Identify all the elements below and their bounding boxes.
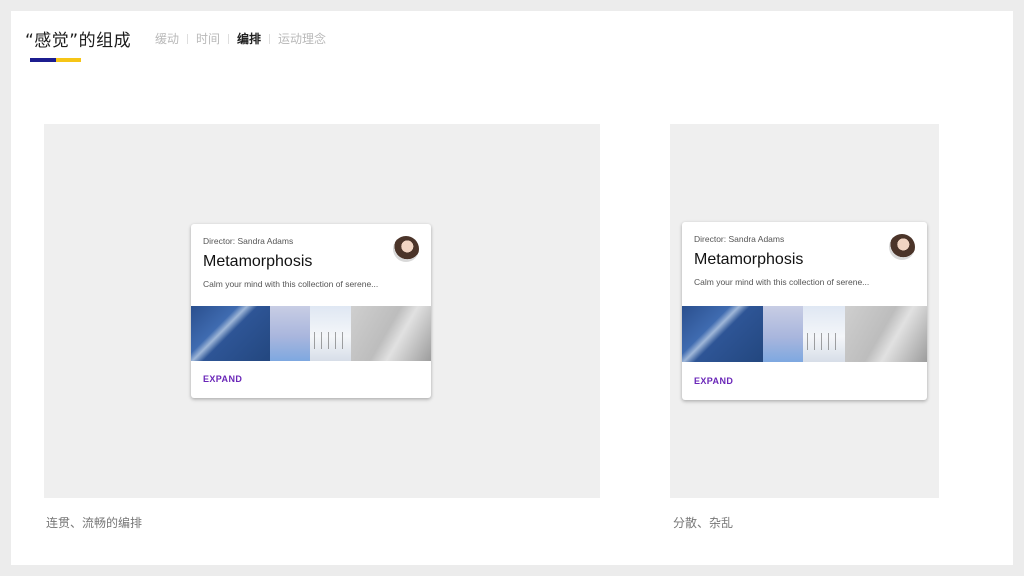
card-description: Calm your mind with this collection of s… xyxy=(694,277,870,287)
image-tile xyxy=(682,306,763,362)
section-nav: 缓动 时间 编排 运动理念 xyxy=(155,30,326,47)
expand-button[interactable]: EXPAND xyxy=(694,376,733,386)
caption-scattered: 分散、杂乱 xyxy=(673,516,734,530)
nav-item-timing[interactable]: 时间 xyxy=(196,30,220,47)
card-director: Director: Sandra Adams xyxy=(694,234,785,244)
media-card[interactable]: Director: Sandra Adams Metamorphosis Cal… xyxy=(191,224,431,398)
nav-divider xyxy=(269,33,271,44)
nav-item-easing[interactable]: 缓动 xyxy=(155,30,179,47)
caption-coherent: 连贯、流畅的编排 xyxy=(46,516,143,530)
image-tile xyxy=(844,306,927,362)
image-tile xyxy=(270,306,310,361)
image-tile xyxy=(191,306,271,361)
card-image-strip xyxy=(191,306,431,361)
image-tile xyxy=(803,306,845,362)
title-underline-yellow xyxy=(56,58,81,62)
card-title: Metamorphosis xyxy=(203,253,313,270)
media-card[interactable]: Director: Sandra Adams Metamorphosis Cal… xyxy=(682,222,927,400)
avatar xyxy=(889,234,915,260)
nav-divider xyxy=(228,33,230,44)
image-tile xyxy=(762,306,804,362)
card-director: Director: Sandra Adams xyxy=(203,236,294,246)
nav-item-motion-principles[interactable]: 运动理念 xyxy=(278,30,326,47)
expand-button[interactable]: EXPAND xyxy=(203,374,242,384)
image-tile xyxy=(350,306,431,361)
image-tile xyxy=(309,306,351,361)
avatar xyxy=(393,236,419,262)
nav-item-choreography[interactable]: 编排 xyxy=(237,30,261,47)
page-title: “感觉”的组成 xyxy=(25,31,132,51)
card-title: Metamorphosis xyxy=(694,251,804,268)
card-image-strip xyxy=(682,306,927,362)
title-underline-blue xyxy=(30,58,56,62)
card-description: Calm your mind with this collection of s… xyxy=(203,279,379,289)
nav-divider xyxy=(187,33,189,44)
